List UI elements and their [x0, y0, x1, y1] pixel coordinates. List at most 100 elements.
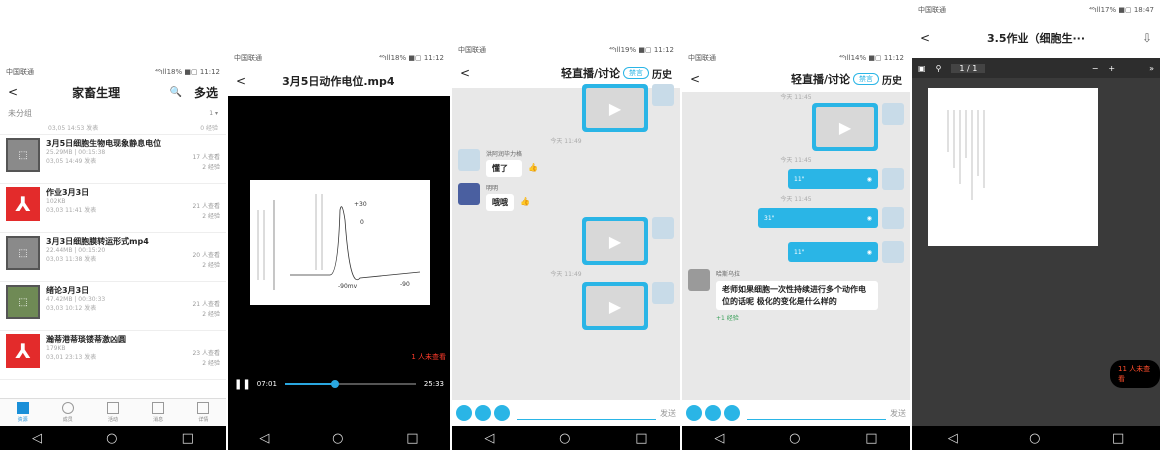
- nav-recents-icon[interactable]: □: [406, 431, 418, 446]
- nav-back-icon[interactable]: ◁: [484, 431, 494, 446]
- video-icon: ⬚: [18, 296, 28, 308]
- player-controls: ❚❚ 07:01 25:33: [228, 374, 450, 394]
- status-indicators: ⁴⁶ıll14% ■▢ 11:12: [839, 54, 904, 62]
- play-icon: ▶: [838, 117, 852, 137]
- camera-icon[interactable]: [494, 405, 510, 421]
- message-input[interactable]: [517, 406, 656, 420]
- pdf-page-content: [947, 110, 985, 200]
- message-voice[interactable]: 11" ◉: [688, 168, 904, 190]
- timestamp: 今天 11:45: [780, 94, 812, 101]
- nav-back-icon[interactable]: ◁: [32, 431, 42, 446]
- sidebar-toggle-icon[interactable]: ▣: [918, 64, 926, 73]
- emoji-icon[interactable]: [705, 405, 721, 421]
- seek-bar[interactable]: [284, 380, 416, 388]
- tab-label: 活动: [107, 417, 118, 423]
- tab-resources[interactable]: 资源: [16, 399, 29, 426]
- video-frame[interactable]: +30 0 -90mv -90: [250, 180, 430, 305]
- nav-back-icon[interactable]: ◁: [948, 431, 958, 446]
- action-potential-graph: +30 0 -90mv -90: [257, 194, 421, 290]
- download-icon[interactable]: ⇩: [1142, 31, 1152, 45]
- graph-label-peak: +30: [354, 201, 367, 208]
- history-button[interactable]: 历史: [882, 72, 902, 87]
- tab-members[interactable]: 成员: [61, 399, 74, 426]
- back-button[interactable]: <: [690, 72, 700, 86]
- message-list: 今天 11:45 ▶ 今天 11:45 11" ◉ 今天 11:45 31" ◉ 1…: [682, 92, 910, 322]
- list-item[interactable]: ⬚ 绪论3月3日 47.42MB | 00:30:33 03,03 10:12 …: [0, 282, 226, 331]
- search-icon[interactable]: 🔍: [170, 87, 182, 98]
- avatar: [652, 84, 674, 106]
- phone-pdf-viewer: 中国联通 ⁴⁶ıll17% ■▢ 18:47 < 3.5作业（细胞生··· ⇩ …: [912, 2, 1160, 450]
- thumbs-up-icon[interactable]: 👍: [528, 163, 538, 172]
- nav-home-icon[interactable]: ○: [332, 431, 343, 446]
- history-button[interactable]: 历史: [652, 66, 672, 81]
- nav-recents-icon[interactable]: □: [635, 431, 647, 446]
- nav-recents-icon[interactable]: □: [865, 431, 877, 446]
- message-voice[interactable]: 31" ◉: [688, 207, 904, 229]
- list-item[interactable]: ⅄ 作业3月3日 102KB 03,03 11:41 发表 21 人查看 2 经…: [0, 184, 226, 233]
- timestamp: 今天 11:49: [550, 138, 582, 145]
- message-video[interactable]: ▶: [458, 282, 674, 330]
- page-indicator[interactable]: 1 / 1: [951, 63, 986, 73]
- list-item-exp: 2 经验: [202, 213, 220, 220]
- group-toggle: 1 ▾: [209, 110, 218, 117]
- chat-title: 轻直播/讨论: [560, 67, 620, 80]
- seek-handle[interactable]: [330, 380, 339, 388]
- unviewed-count: 1 人未查看: [411, 353, 446, 361]
- group-header[interactable]: 未分组 1 ▾: [0, 104, 226, 123]
- zoom-in-button[interactable]: +: [1108, 64, 1115, 73]
- status-bar: 中国联通 ⁴⁶ıll14% ■▢ 11:12: [682, 50, 910, 66]
- tab-messages[interactable]: 消息: [152, 399, 165, 426]
- nav-home-icon[interactable]: ○: [1029, 431, 1040, 446]
- message-input[interactable]: [747, 406, 886, 420]
- pause-icon[interactable]: ❚❚: [234, 379, 251, 390]
- nav-home-icon[interactable]: ○: [106, 431, 117, 446]
- search-icon[interactable]: ⚲: [936, 64, 942, 73]
- multi-select-button[interactable]: 多选: [194, 84, 218, 101]
- thumbs-up-icon[interactable]: 👍: [520, 197, 530, 206]
- mute-button[interactable]: 禁言: [623, 67, 649, 79]
- list-item[interactable]: ⬚ 3月3日细胞膜转运形式mp4 22.44MB | 00:15:20 03,0…: [0, 233, 226, 282]
- back-button[interactable]: <: [460, 66, 470, 80]
- person-icon: [61, 402, 74, 414]
- status-bar: 中国联通 ⁴⁶ıll18% ■▢ 11:12: [0, 64, 226, 80]
- voice-icon[interactable]: [456, 405, 472, 421]
- nav-recents-icon[interactable]: □: [1112, 431, 1124, 446]
- unviewed-count-badge[interactable]: 11 人未查看: [1110, 360, 1160, 388]
- send-button[interactable]: 发送: [890, 408, 906, 419]
- voice-icon[interactable]: [686, 405, 702, 421]
- list-item[interactable]: ⅄ 瀚蒂港蒂琰镂蒂激凶圆 179KB 03,01 23:13 发表 23 人查看…: [0, 331, 226, 380]
- back-button[interactable]: <: [920, 31, 930, 45]
- tab-details[interactable]: 详情: [197, 399, 210, 426]
- tab-activities[interactable]: 活动: [106, 399, 119, 426]
- phone-course-list: 中国联通 ⁴⁶ıll18% ■▢ 11:12 < 家畜生理 🔍 多选 未分组 1…: [0, 64, 226, 450]
- message-voice[interactable]: 11" ◉: [688, 241, 904, 263]
- nav-recents-icon[interactable]: □: [182, 431, 194, 446]
- system-nav-bar: ◁ ○ □: [912, 426, 1160, 450]
- nav-back-icon[interactable]: ◁: [714, 431, 724, 446]
- message-video[interactable]: ▶: [688, 103, 904, 151]
- back-button[interactable]: <: [236, 74, 246, 88]
- zoom-out-button[interactable]: −: [1092, 64, 1099, 73]
- send-button[interactable]: 发送: [660, 408, 676, 419]
- camera-icon[interactable]: [724, 405, 740, 421]
- list-item[interactable]: ⬚ 3月5日细胞生物电现象静息电位 25.29MB | 00:15:38 03,…: [0, 135, 226, 184]
- nav-home-icon[interactable]: ○: [789, 431, 800, 446]
- video-title: 3月5日动作电位.mp4: [282, 75, 395, 88]
- message-text: 老师如果细胞一次性持续进行多个动作电位的话呢 极化的变化是什么样的: [716, 281, 878, 311]
- system-nav-bar: ◁ ○ □: [452, 426, 680, 450]
- pdf-page[interactable]: [928, 88, 1098, 246]
- avatar: [688, 269, 710, 291]
- emoji-icon[interactable]: [475, 405, 491, 421]
- tab-label: 资源: [17, 417, 28, 423]
- more-button[interactable]: »: [1149, 64, 1154, 73]
- message-video[interactable]: ▶: [458, 217, 674, 265]
- avatar: [652, 282, 674, 304]
- play-icon: ▶: [608, 296, 622, 316]
- nav-back-icon[interactable]: ◁: [259, 431, 269, 446]
- speaker-icon: ◉: [866, 214, 872, 222]
- back-button[interactable]: <: [8, 85, 18, 99]
- list-item-exp: 2 经验: [202, 311, 220, 318]
- mute-button[interactable]: 禁言: [853, 73, 879, 85]
- message-video[interactable]: ▶: [458, 84, 674, 132]
- nav-home-icon[interactable]: ○: [559, 431, 570, 446]
